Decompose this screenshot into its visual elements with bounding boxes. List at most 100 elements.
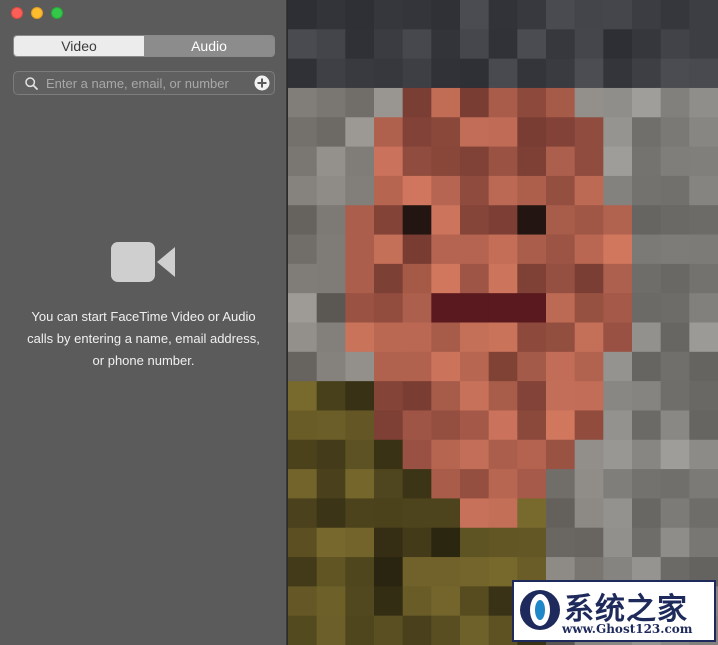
mosaic-tile bbox=[460, 205, 490, 236]
mosaic-tile bbox=[316, 293, 346, 323]
mosaic-tile bbox=[488, 117, 518, 148]
mosaic-tile bbox=[316, 117, 346, 148]
mosaic-tile bbox=[603, 498, 633, 529]
mosaic-tile bbox=[546, 439, 576, 470]
mosaic-tile bbox=[431, 0, 461, 30]
mosaic-tile bbox=[316, 29, 346, 60]
mosaic-tile bbox=[517, 293, 547, 323]
mosaic-tile bbox=[431, 175, 461, 206]
mosaic-tile bbox=[660, 439, 690, 470]
mosaic-tile bbox=[345, 439, 375, 470]
search-input[interactable] bbox=[46, 74, 244, 92]
mosaic-tile bbox=[460, 498, 490, 529]
sidebar: Video Audio You can start FaceTime Video… bbox=[0, 0, 287, 645]
mosaic-tile bbox=[488, 322, 518, 353]
mosaic-tile bbox=[374, 439, 404, 470]
mosaic-tile bbox=[517, 322, 547, 353]
mosaic-tile bbox=[374, 0, 404, 30]
mosaic-tile bbox=[574, 293, 604, 323]
mosaic-tile bbox=[517, 58, 547, 89]
mosaic-tile bbox=[546, 175, 576, 206]
mosaic-tile bbox=[603, 469, 633, 499]
add-contact-icon[interactable] bbox=[254, 75, 270, 91]
mosaic-tile bbox=[517, 263, 547, 294]
mosaic-tile bbox=[316, 0, 346, 30]
mosaic-tile bbox=[574, 439, 604, 470]
mosaic-tile bbox=[345, 234, 375, 265]
mosaic-tile bbox=[431, 205, 461, 236]
mosaic-tile bbox=[488, 205, 518, 236]
mosaic-tile bbox=[546, 293, 576, 323]
mosaic-tile bbox=[632, 439, 662, 470]
mosaic-tile bbox=[374, 527, 404, 558]
mosaic-tile bbox=[345, 557, 375, 587]
mosaic-tile bbox=[546, 351, 576, 382]
mosaic-tile bbox=[345, 205, 375, 236]
mosaic-tile bbox=[402, 205, 432, 236]
mosaic-tile bbox=[660, 175, 690, 206]
mosaic-tile bbox=[402, 498, 432, 529]
mosaic-tile bbox=[460, 29, 490, 60]
mosaic-tile bbox=[316, 175, 346, 206]
mosaic-tile bbox=[517, 527, 547, 558]
mosaic-tile bbox=[316, 146, 346, 177]
mosaic-tile bbox=[316, 557, 346, 587]
call-type-segmented-control: Video Audio bbox=[13, 35, 275, 57]
mosaic-tile bbox=[345, 381, 375, 411]
mosaic-tile bbox=[345, 586, 375, 617]
mosaic-tile bbox=[374, 410, 404, 441]
mosaic-tile bbox=[546, 469, 576, 499]
mosaic-tile bbox=[546, 29, 576, 60]
mosaic-tile bbox=[603, 87, 633, 118]
mosaic-tile bbox=[689, 293, 718, 323]
mosaic-tile bbox=[345, 263, 375, 294]
mosaic-tile bbox=[345, 87, 375, 118]
mosaic-tile bbox=[431, 322, 461, 353]
mosaic-tile bbox=[402, 557, 432, 587]
mosaic-tile bbox=[431, 146, 461, 177]
mosaic-tile bbox=[660, 469, 690, 499]
mosaic-tile bbox=[632, 29, 662, 60]
mosaic-tile bbox=[660, 205, 690, 236]
minimize-window-button[interactable] bbox=[31, 7, 43, 19]
mosaic-tile bbox=[402, 58, 432, 89]
mosaic-tile bbox=[288, 410, 318, 441]
mosaic-tile bbox=[517, 29, 547, 60]
audio-tab[interactable]: Audio bbox=[144, 36, 274, 56]
maximize-window-button[interactable] bbox=[51, 7, 63, 19]
mosaic-tile bbox=[316, 205, 346, 236]
mosaic-tile bbox=[374, 293, 404, 323]
mosaic-tile bbox=[689, 322, 718, 353]
mosaic-tile bbox=[632, 498, 662, 529]
mosaic-tile bbox=[546, 234, 576, 265]
mosaic-tile bbox=[431, 615, 461, 645]
mosaic-tile bbox=[402, 586, 432, 617]
mosaic-tile bbox=[316, 586, 346, 617]
mosaic-tile bbox=[316, 381, 346, 411]
mosaic-tile bbox=[517, 117, 547, 148]
mosaic-tile bbox=[574, 322, 604, 353]
mosaic-tile bbox=[603, 175, 633, 206]
mosaic-tile bbox=[546, 58, 576, 89]
mosaic-tile bbox=[603, 293, 633, 323]
mosaic-tile bbox=[288, 175, 318, 206]
mosaic-tile bbox=[460, 557, 490, 587]
mosaic-tile bbox=[603, 527, 633, 558]
mosaic-tile bbox=[345, 498, 375, 529]
mosaic-tile bbox=[374, 263, 404, 294]
mosaic-tile bbox=[288, 87, 318, 118]
close-window-button[interactable] bbox=[11, 7, 23, 19]
mosaic-tile bbox=[574, 0, 604, 30]
mosaic-tile bbox=[546, 527, 576, 558]
mosaic-tile bbox=[689, 410, 718, 441]
mosaic-tile bbox=[345, 469, 375, 499]
mosaic-tile bbox=[402, 175, 432, 206]
mosaic-tile bbox=[316, 87, 346, 118]
video-tab[interactable]: Video bbox=[14, 36, 144, 56]
mosaic-tile bbox=[345, 410, 375, 441]
mosaic-tile bbox=[288, 615, 318, 645]
mosaic-tile bbox=[574, 469, 604, 499]
mosaic-tile bbox=[660, 234, 690, 265]
mosaic-tile bbox=[288, 146, 318, 177]
mosaic-tile bbox=[402, 439, 432, 470]
